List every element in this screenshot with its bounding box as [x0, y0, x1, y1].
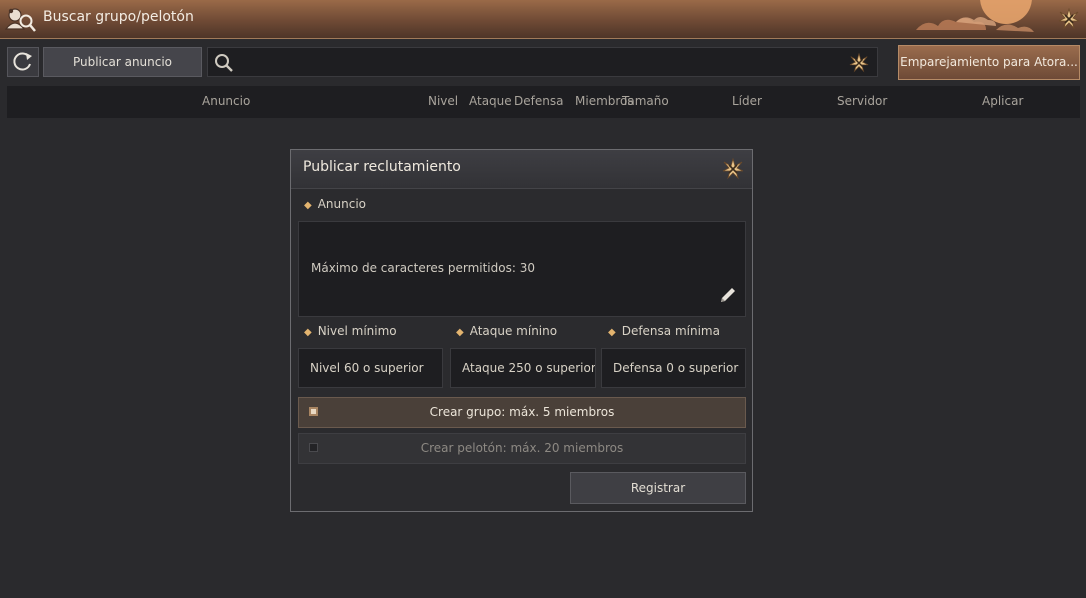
- announcement-input[interactable]: Máximo de caracteres permitidos: 30: [298, 221, 746, 317]
- publish-recruitment-dialog: Publicar reclutamiento Anuncio Máximo de…: [290, 149, 753, 512]
- title-bar: Buscar grupo/pelotón: [0, 0, 1086, 39]
- col-level[interactable]: Nivel: [428, 94, 458, 108]
- create-group-option[interactable]: Crear grupo: máx. 5 miembros: [298, 397, 746, 428]
- table-header: Anuncio Nivel Ataque Defensa Miembros Ta…: [7, 86, 1080, 118]
- search-icon: [215, 54, 233, 72]
- min-defense-label: Defensa mínima: [608, 324, 720, 338]
- register-button[interactable]: Registrar: [570, 472, 746, 504]
- min-attack-label: Ataque mínino: [456, 324, 557, 338]
- col-apply[interactable]: Aplicar: [982, 94, 1023, 108]
- col-defense[interactable]: Defensa: [514, 94, 563, 108]
- announcement-placeholder: Máximo de caracteres permitidos: 30: [311, 261, 535, 275]
- announcement-label: Anuncio: [304, 197, 366, 211]
- create-group-label: Crear grupo: máx. 5 miembros: [429, 405, 615, 419]
- col-announcement[interactable]: Anuncio: [202, 94, 250, 108]
- col-server[interactable]: Servidor: [837, 94, 887, 108]
- matching-button[interactable]: Emparejamiento para Atora...: [898, 45, 1080, 80]
- checkbox-icon[interactable]: [309, 407, 318, 416]
- checkbox-icon[interactable]: [309, 443, 318, 452]
- create-platoon-option[interactable]: Crear pelotón: máx. 20 miembros: [298, 433, 746, 464]
- col-leader[interactable]: Líder: [732, 94, 762, 108]
- pencil-icon[interactable]: [717, 284, 739, 306]
- col-attack[interactable]: Ataque: [469, 94, 512, 108]
- window-title: Buscar grupo/pelotón: [43, 9, 194, 25]
- min-attack-field[interactable]: Ataque 250 o superior: [450, 348, 596, 388]
- refresh-icon: [13, 52, 32, 71]
- col-size[interactable]: Tamaño: [622, 94, 669, 108]
- cloud-decoration-icon: [916, 0, 1034, 32]
- clear-icon[interactable]: [849, 53, 869, 73]
- min-level-field[interactable]: Nivel 60 o superior: [298, 348, 443, 388]
- search-input[interactable]: [207, 47, 878, 77]
- party-emblem-icon: [4, 8, 36, 32]
- dialog-title: Publicar reclutamiento: [303, 159, 461, 175]
- close-icon[interactable]: [722, 158, 744, 180]
- min-defense-field[interactable]: Defensa 0 o superior: [601, 348, 746, 388]
- close-icon[interactable]: [1058, 8, 1080, 30]
- dialog-header: Publicar reclutamiento: [291, 150, 752, 189]
- refresh-button[interactable]: [7, 47, 39, 77]
- min-level-label: Nivel mínimo: [304, 324, 397, 338]
- publish-announcement-button[interactable]: Publicar anuncio: [43, 47, 202, 77]
- create-platoon-label: Crear pelotón: máx. 20 miembros: [420, 441, 624, 455]
